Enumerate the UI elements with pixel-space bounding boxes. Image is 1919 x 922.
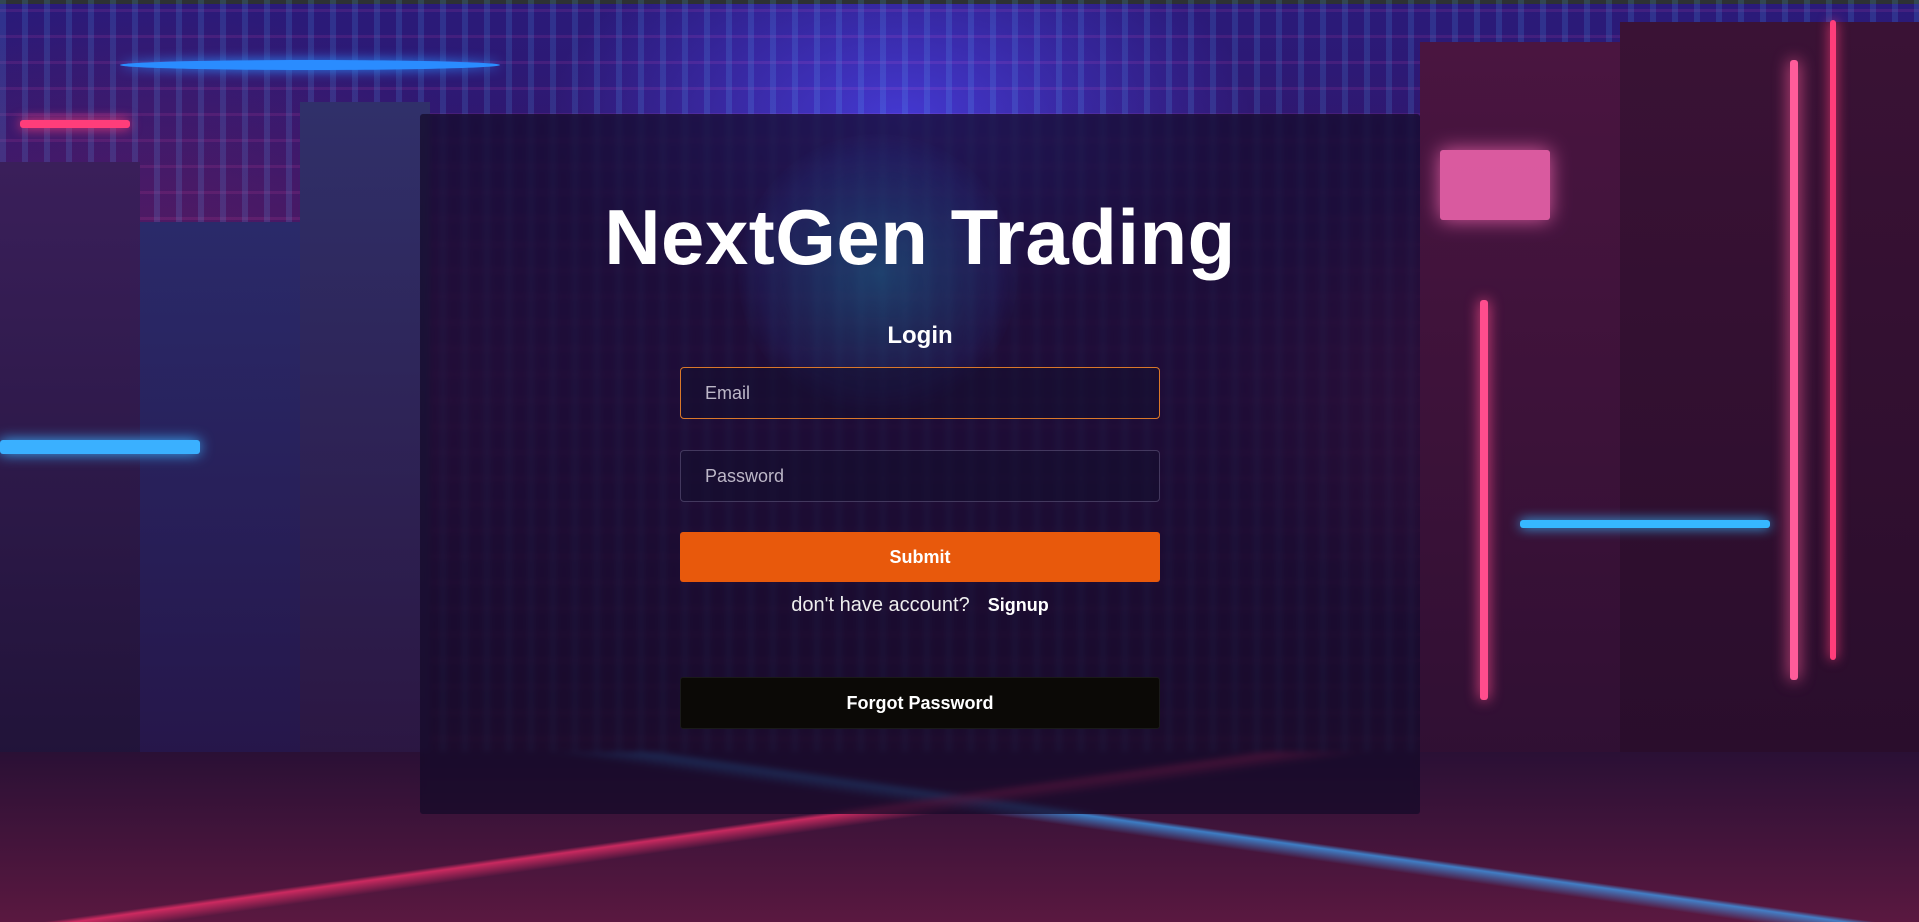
neon-strip <box>1440 150 1550 220</box>
neon-strip <box>1480 300 1488 700</box>
neon-strip <box>1790 60 1798 680</box>
submit-button[interactable]: Submit <box>680 532 1160 582</box>
signup-row: don't have account? Signup <box>420 594 1420 617</box>
app-title: NextGen Trading <box>604 193 1236 281</box>
neon-strip <box>120 60 500 70</box>
password-input[interactable] <box>680 450 1160 502</box>
neon-strip <box>20 120 130 128</box>
login-heading: Login <box>887 322 953 349</box>
signup-link[interactable]: Signup <box>988 595 1049 615</box>
neon-strip <box>1830 20 1836 660</box>
signup-prompt: don't have account? <box>791 594 970 616</box>
neon-strip <box>0 440 200 454</box>
login-panel: NextGen Trading Login Submit don't have … <box>420 114 1420 814</box>
forgot-password-button[interactable]: Forgot Password <box>680 677 1160 729</box>
email-input[interactable] <box>680 367 1160 419</box>
neon-strip <box>1520 520 1770 528</box>
